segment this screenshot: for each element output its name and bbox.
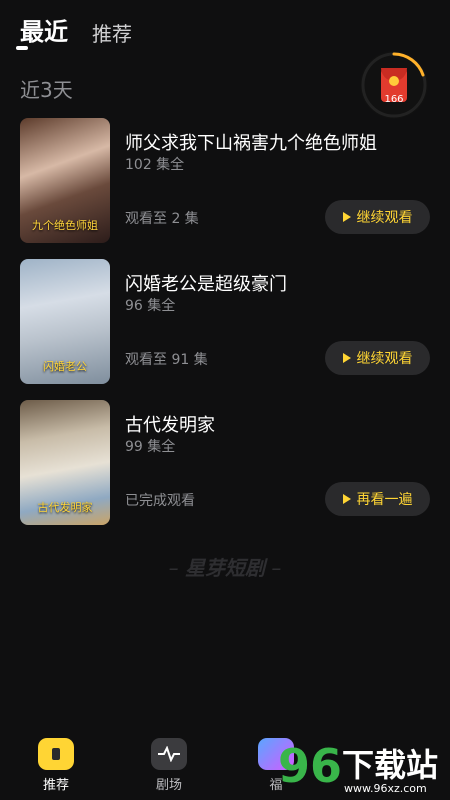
home-icon [38,738,74,770]
reward-widget[interactable]: 166 [360,51,428,119]
history-list: 九个绝色师姐 师父求我下山祸害九个绝色师姐 102 集全 观看至 2 集 继续观… [0,118,450,541]
nav-item-recommend[interactable]: 推荐 [26,728,86,793]
site-watermark-logo: 96 下载站 www.96xz.com [278,739,438,795]
list-item[interactable]: 闪婚老公 闪婚老公是超级豪门 96 集全 观看至 91 集 继续观看 [0,259,450,400]
play-icon [342,212,351,222]
drama-poster[interactable]: 古代发明家 [20,400,110,525]
brand-watermark: – 星芽短剧 – [168,556,282,580]
watch-progress: 观看至 2 集 [125,211,199,227]
watermark-text: 下载站 [342,746,438,784]
action-label: 继续观看 [356,351,413,367]
theater-icon [151,738,187,770]
watch-progress: 观看至 91 集 [125,352,208,368]
drama-title: 古代发明家 [125,415,215,436]
episode-count: 96 集全 [125,298,176,314]
episode-count: 99 集全 [125,439,176,455]
continue-watching-button[interactable]: 继续观看 [325,341,430,375]
brand-name: 星芽短剧 [185,556,265,580]
watermark-number: 96 [278,739,342,793]
list-item[interactable]: 古代发明家 古代发明家 99 集全 已完成观看 再看一遍 [0,400,450,541]
nav-label: 剧场 [155,778,182,793]
play-icon [342,353,351,363]
section-title: 近3天 [20,78,73,102]
reward-count: 166 [384,94,404,105]
action-label: 继续观看 [356,210,413,226]
play-icon [342,494,351,504]
list-item[interactable]: 九个绝色师姐 师父求我下山祸害九个绝色师姐 102 集全 观看至 2 集 继续观… [0,118,450,259]
nav-label: 推荐 [42,778,69,793]
tab-recent[interactable]: 最近 [20,12,68,47]
watermark-url: www.96xz.com [344,782,427,795]
action-label: 再看一遍 [356,492,413,508]
poster-caption: 闪婚老公 [43,360,87,373]
poster-caption: 九个绝色师姐 [32,219,98,232]
top-tab-bar: 最近 推荐 [20,12,132,47]
drama-title: 师父求我下山祸害九个绝色师姐 [125,133,377,154]
poster-caption: 古代发明家 [37,501,93,514]
drama-poster[interactable]: 闪婚老公 [20,259,110,384]
active-tab-indicator [16,46,28,50]
drama-poster[interactable]: 九个绝色师姐 [20,118,110,243]
continue-watching-button[interactable]: 继续观看 [325,200,430,234]
episode-count: 102 集全 [125,157,185,173]
rewatch-button[interactable]: 再看一遍 [325,482,430,516]
watch-progress: 已完成观看 [125,493,195,509]
nav-item-theater[interactable]: 剧场 [139,728,199,793]
tab-recommend[interactable]: 推荐 [92,18,132,47]
drama-title: 闪婚老公是超级豪门 [125,274,287,295]
